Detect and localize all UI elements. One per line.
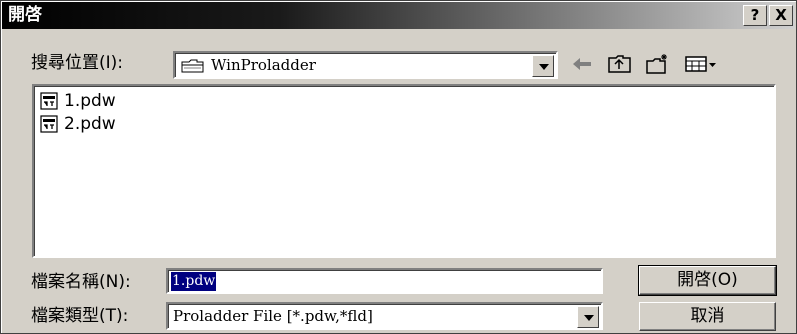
back-arrow-icon[interactable] [569,53,595,75]
help-button[interactable]: ? [743,5,767,26]
file-type-dropdown[interactable]: Proladder File [*.pdw,*fld] [166,302,603,330]
title-bar: 開啓 ? X [2,2,795,29]
file-type-label: 檔案類型(T): [31,306,129,326]
file-name-label: 檔案名稱(N): [31,272,131,292]
file-name-value: 1.pdw [171,272,217,291]
look-in-label: 搜尋位置(I): [31,53,124,73]
look-in-dropdown-button[interactable] [532,55,554,77]
look-in-value: WinProladder [211,56,316,74]
view-menu-icon[interactable] [684,53,720,75]
look-in-dropdown[interactable]: WinProladder [173,51,558,79]
cancel-button[interactable]: 取消 [639,302,776,331]
file-type-value: Proladder File [*.pdw,*fld] [173,307,373,325]
pdw-file-icon [40,115,58,133]
file-name: 1.pdw [64,91,116,111]
chevron-down-icon [539,64,549,70]
open-file-dialog: 開啓 ? X 搜尋位置(I): WinProladder 1.pdw 2.pdw… [0,0,797,334]
up-one-level-icon[interactable] [607,53,633,75]
file-name: 2.pdw [64,114,116,134]
file-name-input[interactable]: 1.pdw [166,268,603,294]
open-button[interactable]: 開啓(O) [638,265,777,296]
chevron-down-icon [584,315,594,321]
folder-icon [181,58,205,74]
dialog-title: 開啓 [8,5,42,25]
file-type-dropdown-button[interactable] [577,306,599,328]
pdw-file-icon [40,92,58,110]
close-button[interactable]: X [769,5,793,26]
new-folder-icon[interactable] [645,53,671,75]
file-list[interactable]: 1.pdw 2.pdw [32,84,776,258]
